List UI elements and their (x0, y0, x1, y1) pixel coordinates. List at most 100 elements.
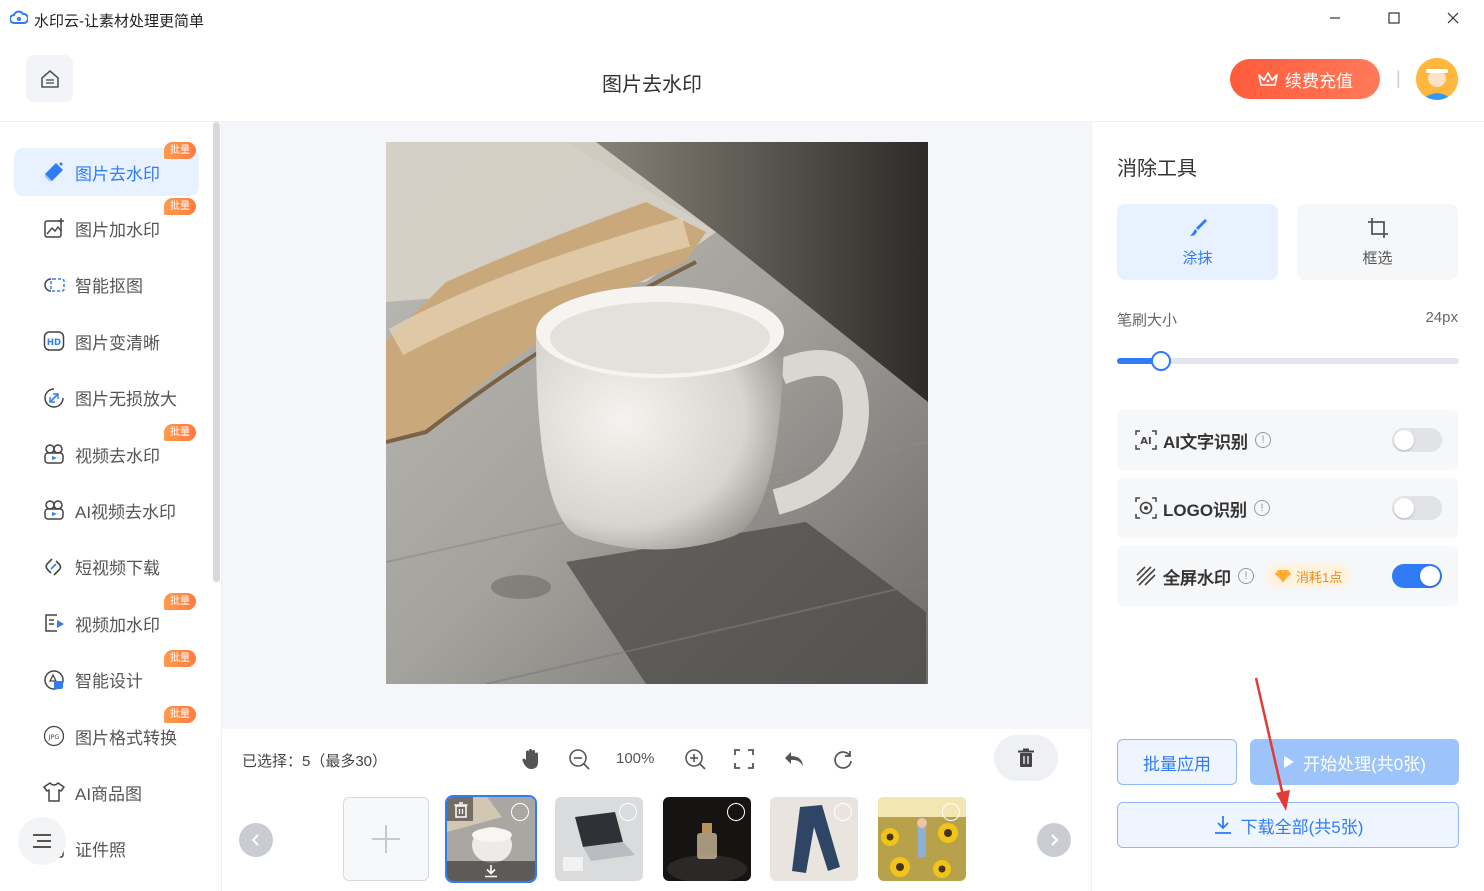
sidebar-item-label: 证件照 (75, 841, 126, 861)
cost-badge: 消耗1点 (1266, 564, 1351, 588)
user-avatar-icon (1416, 58, 1458, 100)
slider-handle[interactable] (1151, 351, 1172, 371)
video-add-icon (42, 611, 66, 635)
thumbnail-jeans[interactable] (770, 797, 858, 881)
sidebar-item-label: 图片格式转换 (75, 728, 177, 748)
start-process-button[interactable]: 开始处理(共0张) (1250, 739, 1459, 785)
batch-apply-button[interactable]: 批量应用 (1117, 739, 1237, 785)
download-all-button[interactable]: 下载全部(共5张) (1117, 802, 1459, 848)
info-icon[interactable]: ! (1255, 432, 1271, 448)
shirt-icon (42, 780, 66, 804)
info-icon[interactable]: ! (1254, 500, 1271, 516)
logo-detect-toggle[interactable] (1392, 496, 1442, 520)
thumbnail-perfume[interactable] (663, 797, 751, 881)
thumbnail-cup[interactable] (445, 795, 537, 883)
sidebar-item-label: 图片去水印 (75, 164, 160, 184)
sidebar-item[interactable]: HD 图片变清晰 (14, 317, 199, 365)
sidebar-item-label: 图片变清晰 (75, 333, 160, 353)
menu-collapse-icon (33, 834, 51, 848)
thumbnail-download-icon[interactable] (484, 864, 498, 878)
video-erase-icon (42, 442, 66, 466)
sidebar-item[interactable]: 图片加水印 批量 (14, 198, 199, 252)
thumbnail-delete-icon[interactable] (454, 802, 468, 818)
sidebar-item[interactable]: 视频加水印 批量 (14, 593, 199, 647)
sidebar-item-label: AI商品图 (75, 784, 143, 804)
crown-icon (1258, 72, 1278, 86)
ai-text-detect-toggle[interactable] (1392, 428, 1442, 452)
brush-size-slider[interactable] (1117, 351, 1459, 371)
zoom-out-button[interactable] (566, 746, 592, 772)
thumbnail-prev-button[interactable] (239, 823, 273, 857)
undo-icon (785, 752, 803, 766)
sidebar-item[interactable]: JPG 图片格式转换 批量 (14, 706, 199, 760)
fullscreen-watermark-row: 全屏水印 ! 消耗1点 (1117, 546, 1458, 606)
thumbnail-select-circle[interactable] (727, 803, 745, 821)
info-icon[interactable]: ! (1238, 568, 1254, 584)
sidebar: 图片去水印 批量 图片加水印 批量 智能抠图 HD 图片变清晰 图片无损放大 视频去水印 批量 AI… (0, 122, 222, 891)
box-select-mode-label: 框选 (1362, 249, 1393, 267)
fullscreen-watermark-toggle[interactable] (1392, 564, 1442, 588)
fullscreen-icon (734, 749, 754, 769)
zoom-in-button[interactable] (682, 746, 708, 772)
selection-info: 已选择：5（最多30） (242, 753, 388, 770)
pan-tool-button[interactable] (518, 746, 544, 772)
sidebar-scrollbar[interactable] (213, 122, 220, 582)
diamond-icon (1275, 569, 1291, 583)
app-logo-icon (10, 10, 28, 24)
batch-badge: 批量 (164, 649, 196, 667)
box-select-mode-button[interactable]: 框选 (1297, 204, 1458, 280)
thumbnail-select-circle[interactable] (619, 803, 637, 821)
diagonal-lines-icon (1135, 565, 1157, 587)
start-process-label: 开始处理(共0张) (1303, 754, 1426, 774)
thumbnail-select-circle[interactable] (834, 803, 852, 821)
reset-button[interactable] (830, 746, 856, 772)
delete-image-button[interactable] (994, 735, 1058, 781)
close-window-button[interactable] (1430, 4, 1476, 32)
app-header: 图片去水印 续费充值 | (0, 38, 1484, 122)
sidebar-item[interactable]: 智能设计 批量 (14, 649, 199, 704)
thumbnail-sunflower[interactable] (878, 797, 966, 881)
coffee-cup-photo (386, 142, 928, 684)
batch-badge: 批量 (164, 706, 196, 723)
avatar[interactable] (1416, 58, 1458, 100)
preview-image[interactable] (386, 142, 928, 684)
thumbnail-laptop[interactable] (555, 797, 643, 881)
chevron-right-icon (1051, 834, 1059, 846)
fit-screen-button[interactable] (731, 746, 757, 772)
sidebar-item[interactable]: AI视频去水印 (14, 486, 199, 534)
play-icon (1284, 756, 1295, 768)
sidebar-item[interactable]: 图片去水印 批量 (14, 142, 199, 196)
logo-detect-label: LOGO识别 (1163, 500, 1248, 520)
minimize-button[interactable] (1312, 4, 1358, 32)
sidebar-item-label: 图片无损放大 (75, 390, 177, 410)
sidebar-item-label: 视频去水印 (75, 446, 160, 466)
sidebar-item-label: AI视频去水印 (75, 502, 177, 522)
chevron-left-icon (251, 834, 259, 846)
sidebar-item[interactable]: 智能抠图 (14, 261, 199, 309)
maximize-icon (1388, 12, 1400, 24)
window-titlebar: 水印云-让素材处理更简单 (0, 0, 1484, 38)
brush-size-value: 24px (1425, 309, 1458, 326)
sidebar-item[interactable]: AI商品图 (14, 768, 199, 816)
sidebar-item[interactable]: 短视频下载 (14, 543, 199, 591)
preview-canvas[interactable] (222, 122, 1091, 729)
hand-icon (522, 749, 538, 769)
design-icon (42, 668, 66, 692)
recharge-button[interactable]: 续费充值 (1230, 59, 1380, 99)
add-image-button[interactable] (343, 797, 429, 881)
thumbnail-select-circle[interactable] (511, 803, 529, 821)
smear-mode-button[interactable]: 涂抹 (1117, 204, 1278, 280)
ai-video-icon (42, 498, 66, 522)
jpg-icon: JPG (42, 724, 66, 748)
eraser-tool-panel: 消除工具 涂抹 框选 笔刷大小 24px AI AI文字识别 ! LOGO识别 … (1091, 122, 1484, 891)
fullscreen-watermark-label: 全屏水印 (1163, 568, 1231, 588)
thumbnail-select-circle[interactable] (942, 803, 960, 821)
sidebar-item[interactable]: 视频去水印 批量 (14, 424, 199, 478)
thumbnail-next-button[interactable] (1037, 823, 1071, 857)
maximize-button[interactable] (1371, 4, 1417, 32)
sidebar-item-label: 智能抠图 (75, 277, 143, 297)
collapse-sidebar-button[interactable] (18, 817, 66, 865)
batch-badge: 批量 (164, 142, 196, 159)
sidebar-item[interactable]: 图片无损放大 (14, 374, 199, 422)
undo-button[interactable] (781, 746, 807, 772)
